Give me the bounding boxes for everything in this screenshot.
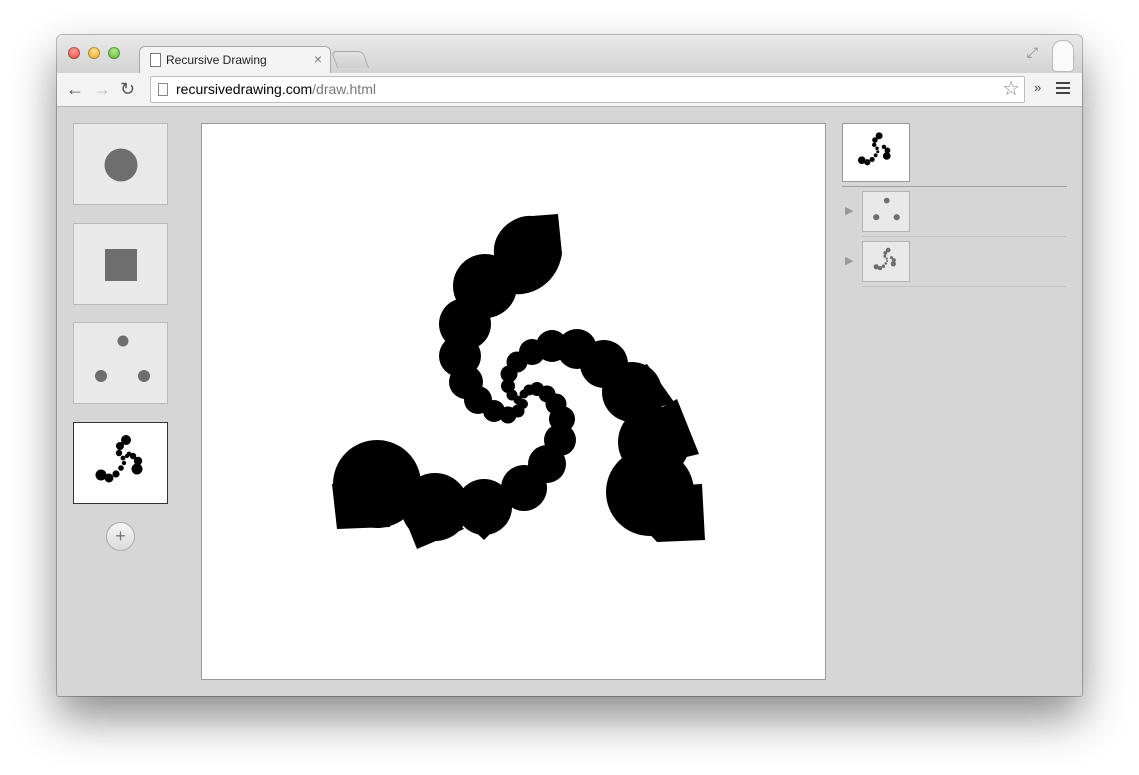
app-content: + ▶ ▶ xyxy=(57,107,1082,696)
spiral-icon xyxy=(873,247,896,271)
browser-toolbar: ← → ↻ recursivedrawing.com/draw.html ☆ » xyxy=(57,73,1082,107)
minimize-window-button[interactable] xyxy=(88,47,100,59)
library-item-square[interactable] xyxy=(73,223,168,305)
star-icon[interactable]: ☆ xyxy=(1002,77,1020,101)
outline-divider xyxy=(842,186,1067,187)
dots-icon xyxy=(873,197,900,221)
dots-icon xyxy=(95,335,150,382)
extensions-overflow-icon[interactable]: » xyxy=(1034,80,1041,95)
drawing-canvas[interactable] xyxy=(201,123,826,680)
library-item-circle[interactable] xyxy=(73,123,168,205)
spiral-icon xyxy=(95,435,143,483)
fullscreen-icon[interactable]: ⤢ xyxy=(1027,44,1038,61)
address-bar[interactable]: recursivedrawing.com/draw.html ☆ xyxy=(150,76,1025,103)
tab-close-icon[interactable]: × xyxy=(314,51,322,67)
back-button[interactable]: ← xyxy=(66,77,84,101)
outline-divider xyxy=(862,286,1067,287)
url-domain: recursivedrawing.com xyxy=(176,81,313,97)
profile-icon[interactable] xyxy=(1052,40,1074,72)
spiral-icon xyxy=(857,132,891,166)
outline-divider xyxy=(862,236,1067,237)
outline-child-three-dots[interactable] xyxy=(862,191,910,232)
reload-button[interactable]: ↻ xyxy=(120,77,135,101)
library-item-three-dots[interactable] xyxy=(73,322,168,404)
menu-icon[interactable] xyxy=(1056,82,1070,97)
library-item-spiral[interactable] xyxy=(73,422,168,504)
browser-window: Recursive Drawing × ⤢ ← → ↻ recursivedra… xyxy=(57,35,1082,696)
square-icon xyxy=(105,249,137,281)
spiral-drawing xyxy=(332,214,705,549)
circle-icon xyxy=(104,148,138,182)
expand-arrow-icon[interactable]: ▶ xyxy=(845,204,853,217)
page-icon xyxy=(150,53,161,67)
title-bar: Recursive Drawing × ⤢ xyxy=(57,35,1082,74)
tab-title: Recursive Drawing xyxy=(166,53,267,67)
outline-root-spiral[interactable] xyxy=(842,123,910,182)
page-icon xyxy=(158,83,168,96)
close-window-button[interactable] xyxy=(68,47,80,59)
add-shape-button[interactable]: + xyxy=(106,522,135,551)
expand-arrow-icon[interactable]: ▶ xyxy=(845,254,853,267)
browser-tab[interactable]: Recursive Drawing × xyxy=(139,46,331,74)
url-path: /draw.html xyxy=(312,81,376,97)
forward-button[interactable]: → xyxy=(93,77,111,101)
zoom-window-button[interactable] xyxy=(108,47,120,59)
new-tab-button[interactable] xyxy=(330,51,370,68)
url-text[interactable]: recursivedrawing.com/draw.html xyxy=(176,81,376,97)
outline-child-spiral[interactable] xyxy=(862,241,910,282)
